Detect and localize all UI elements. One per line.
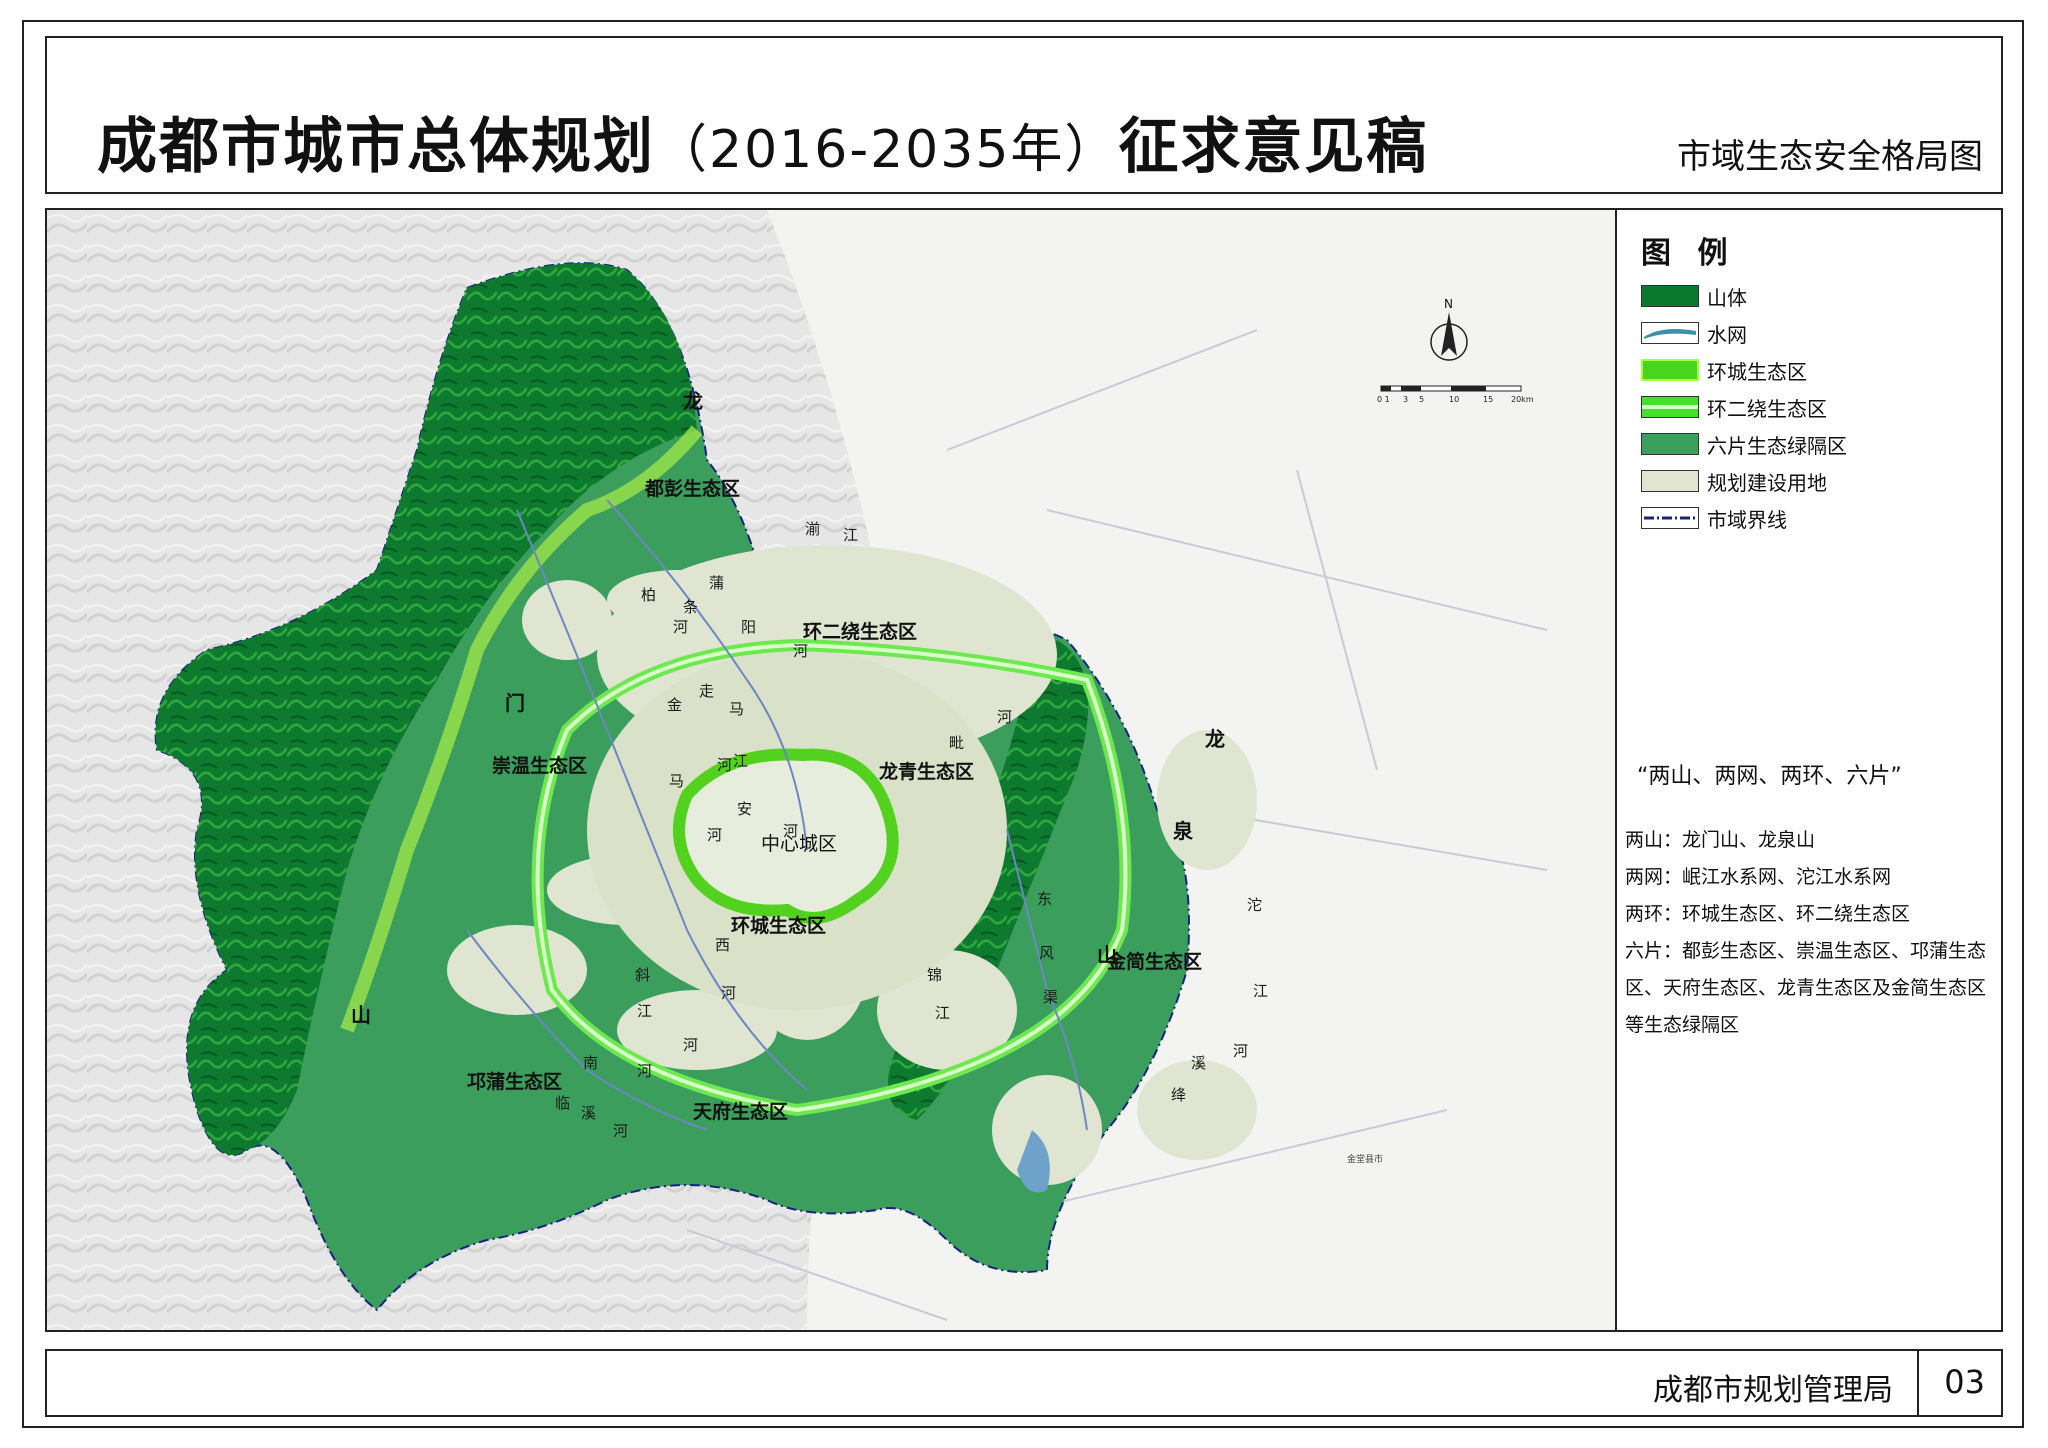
- svg-text:渠: 渠: [1043, 988, 1058, 1006]
- svg-text:西: 西: [715, 936, 730, 954]
- svg-text:江: 江: [733, 752, 748, 770]
- label-longmen-2: 门: [505, 691, 525, 715]
- label-city-marker: 金堂县市: [1347, 1153, 1383, 1165]
- svg-text:安: 安: [737, 800, 752, 818]
- label-longmen-1: 龙: [683, 389, 703, 413]
- swatch-second-ring: [1641, 396, 1699, 418]
- legend-item-six-zones: 六片生态绿隔区: [1641, 430, 1847, 458]
- svg-text:风: 风: [1039, 944, 1054, 962]
- svg-text:阳: 阳: [741, 618, 756, 636]
- footer-bar: 成都市规划管理局 03: [45, 1349, 2003, 1417]
- legend-item-water: 水网: [1641, 319, 1747, 347]
- summary-line-rings: 两环：环城生态区、环二绕生态区: [1625, 903, 1911, 925]
- footer-divider: [1917, 1351, 1919, 1415]
- legend-item-boundary: 市域界线: [1641, 504, 1787, 532]
- swatch-water: [1641, 322, 1699, 344]
- title-main: 成都市城市总体规划: [97, 112, 655, 182]
- svg-text:河: 河: [707, 826, 722, 844]
- swatch-construction: [1641, 470, 1699, 492]
- label-jinjian: 金简生态区: [1106, 950, 1202, 973]
- svg-text:金: 金: [667, 696, 682, 714]
- svg-text:河: 河: [997, 708, 1012, 726]
- summary-line-zones: 六片：都彭生态区、崇温生态区、邛蒲生态区、天府生态区、龙青生态区及金简生态区等生…: [1625, 940, 1987, 1036]
- svg-text:3: 3: [1403, 395, 1408, 404]
- svg-text:东: 东: [1037, 890, 1052, 908]
- label-chongwen: 崇温生态区: [492, 754, 587, 777]
- label-longqing: 龙青生态区: [879, 760, 974, 783]
- label-longquan-3: 山: [1097, 943, 1117, 967]
- legend-item-ring-city: 环城生态区: [1641, 356, 1807, 384]
- svg-text:马: 马: [669, 772, 684, 790]
- svg-text:10: 10: [1449, 395, 1459, 404]
- label-longquan-1: 龙: [1205, 727, 1225, 751]
- map-subtitle: 市域生态安全格局图: [1677, 137, 1983, 177]
- legend-panel: 图 例 山体 水网 环城生态区 环二绕生态区 六片生态绿隔区 规划建设用地 市域…: [1615, 210, 2001, 1330]
- svg-text:柏: 柏: [641, 586, 656, 604]
- swatch-six-zones: [1641, 433, 1699, 455]
- svg-text:5: 5: [1419, 395, 1424, 404]
- summary-heading: “两山、两网、两环、六片”: [1637, 764, 1902, 789]
- label-ring-city: 环城生态区: [731, 914, 826, 937]
- svg-text:南: 南: [583, 1054, 598, 1072]
- title-tail: 征求意见稿: [1118, 112, 1429, 182]
- title-bar: 成都市城市总体规划（2016-2035年）征求意见稿 市域生态安全格局图: [45, 36, 2003, 194]
- label-longmen-3: 山: [351, 1003, 371, 1027]
- footer-organization: 成都市规划管理局: [1653, 1373, 1893, 1408]
- label-qiongpu: 邛蒲生态区: [467, 1070, 562, 1093]
- map-area[interactable]: 都彭生态区 崇温生态区 邛蒲生态区 天府生态区 龙青生态区 金简生态区 中心城区…: [47, 210, 1615, 1330]
- svg-text:绛: 绛: [1171, 1086, 1186, 1104]
- swatch-ring-city: [1641, 359, 1699, 381]
- svg-text:溪: 溪: [1191, 1054, 1206, 1072]
- summary-line-waters: 两网：岷江水系网、沱江水系网: [1625, 866, 1892, 888]
- svg-text:0 1: 0 1: [1377, 395, 1390, 404]
- svg-text:N: N: [1444, 297, 1453, 311]
- svg-text:溪: 溪: [581, 1104, 596, 1122]
- title-years: （2016-2035年）: [655, 120, 1119, 180]
- map-frame: 都彭生态区 崇温生态区 邛蒲生态区 天府生态区 龙青生态区 金简生态区 中心城区…: [45, 208, 2003, 1332]
- map-svg: 都彭生态区 崇温生态区 邛蒲生态区 天府生态区 龙青生态区 金简生态区 中心城区…: [47, 210, 1615, 1330]
- legend-item-second-ring: 环二绕生态区: [1641, 393, 1827, 421]
- svg-text:临: 临: [555, 1094, 570, 1112]
- legend-item-mountain: 山体: [1641, 282, 1747, 310]
- page-number: 03: [1944, 1363, 1985, 1401]
- svg-text:河: 河: [683, 1036, 698, 1054]
- svg-text:沱: 沱: [1247, 896, 1262, 914]
- label-dupeng: 都彭生态区: [644, 477, 740, 500]
- svg-text:15: 15: [1483, 395, 1493, 404]
- page-title: 成都市城市总体规划（2016-2035年）征求意见稿: [97, 98, 1428, 185]
- svg-text:蒲: 蒲: [709, 574, 724, 592]
- label-tianfu: 天府生态区: [693, 1100, 788, 1123]
- svg-text:河: 河: [717, 756, 732, 774]
- svg-text:河: 河: [793, 642, 808, 660]
- label-longquan-2: 泉: [1172, 819, 1194, 843]
- svg-text:河: 河: [783, 822, 798, 840]
- label-center-city: 中心城区: [761, 833, 837, 855]
- svg-text:马: 马: [729, 700, 744, 718]
- svg-text:锦: 锦: [927, 966, 942, 984]
- svg-text:河: 河: [1233, 1042, 1248, 1060]
- swatch-boundary: [1641, 507, 1699, 529]
- svg-text:河: 河: [673, 618, 688, 636]
- svg-text:江: 江: [1253, 982, 1268, 1000]
- svg-text:斜: 斜: [635, 966, 650, 984]
- legend-item-construction: 规划建设用地: [1641, 467, 1827, 495]
- legend-title: 图 例: [1641, 236, 1736, 271]
- svg-text:河: 河: [613, 1122, 628, 1140]
- svg-text:河: 河: [721, 984, 736, 1002]
- svg-text:20km: 20km: [1511, 395, 1534, 404]
- svg-text:毗: 毗: [949, 734, 964, 752]
- svg-text:河: 河: [637, 1062, 652, 1080]
- svg-text:江: 江: [843, 526, 858, 544]
- svg-text:江: 江: [637, 1002, 652, 1020]
- label-second-ring: 环二绕生态区: [803, 620, 917, 643]
- svg-text:走: 走: [699, 682, 714, 700]
- svg-text:江: 江: [935, 1004, 950, 1022]
- svg-text:条: 条: [683, 598, 698, 616]
- svg-text:湔: 湔: [805, 520, 820, 538]
- swatch-mountain: [1641, 285, 1699, 307]
- summary-line-mountains: 两山：龙门山、龙泉山: [1625, 829, 1816, 851]
